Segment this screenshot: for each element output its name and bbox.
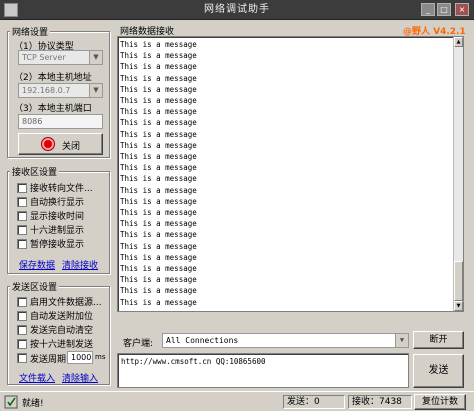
recv-counter: 接收：7438	[348, 395, 412, 409]
chevron-down-icon[interactable]: ▼	[89, 51, 102, 64]
hex-send-checkbox[interactable]	[17, 339, 27, 349]
close-connection-button[interactable]: 关闭	[18, 133, 103, 155]
client-select[interactable]: All Connections ▼	[162, 333, 409, 348]
recv-option-label: 暂停接收显示	[30, 240, 85, 250]
message-line: This is a message	[120, 62, 197, 72]
message-line: This is a message	[120, 107, 197, 117]
auto-wrap-checkbox[interactable]	[17, 197, 27, 207]
show-time-checkbox[interactable]	[17, 211, 27, 221]
client-label: 客户端:	[123, 339, 154, 349]
net-settings-label: 网络设置	[10, 25, 51, 38]
reset-count-button[interactable]: 复位计数	[414, 394, 466, 410]
send-button[interactable]: 发送	[413, 354, 464, 388]
message-line: This is a message	[120, 118, 197, 128]
message-line: This is a message	[120, 163, 197, 173]
host-label: （2）本地主机地址	[14, 73, 92, 83]
send-textarea[interactable]: http://www.cmsoft.cn QQ:10865600	[117, 353, 409, 388]
send-cycle-input[interactable]: 1000	[67, 351, 93, 364]
message-line: This is a message	[120, 129, 197, 139]
protocol-select[interactable]: TCP Server ▼	[18, 50, 103, 65]
message-line: This is a message	[120, 152, 197, 161]
scroll-down-icon[interactable]: ▼	[454, 301, 463, 311]
message-line: This is a message	[120, 241, 197, 251]
scroll-up-icon[interactable]: ▲	[454, 37, 463, 47]
hex-display-checkbox[interactable]	[17, 225, 27, 235]
save-data-link[interactable]: 保存数据	[19, 258, 55, 271]
pause-display-checkbox[interactable]	[17, 239, 27, 249]
send-option-label: 自动发送附加位	[30, 312, 94, 322]
message-line: This is a message	[120, 51, 197, 61]
message-line: This is a message	[120, 264, 197, 273]
scroll-thumb[interactable]	[454, 261, 463, 301]
recv-option-label: 接收转向文件...	[30, 184, 93, 194]
clear-recv-link[interactable]: 清除接收	[62, 258, 98, 271]
recv-option-label: 自动换行显示	[30, 198, 85, 208]
send-option-label: 发送完自动清空	[30, 326, 94, 336]
message-line: This is a message	[120, 252, 197, 262]
message-line: This is a message	[120, 275, 197, 285]
message-line: This is a message	[120, 140, 197, 150]
message-line: This is a message	[120, 297, 197, 307]
status-icon	[4, 395, 18, 409]
message-line: This is a message	[120, 40, 197, 49]
chevron-down-icon[interactable]: ▼	[89, 84, 102, 97]
message-line: This is a message	[120, 286, 197, 296]
maximize-icon[interactable]: □	[437, 3, 451, 16]
window-title: 网络调试助手	[204, 4, 270, 15]
message-line: This is a message	[120, 185, 197, 195]
recv-to-file-checkbox[interactable]	[17, 183, 27, 193]
message-line: This is a message	[120, 84, 197, 94]
receive-scrollbar[interactable]: ▲ ▼	[453, 37, 463, 311]
recv-option-label: 显示接收时间	[30, 212, 85, 222]
title-bar[interactable]: 网络调试助手 _ □ ×	[0, 0, 474, 20]
send-cycle-label: 发送周期	[30, 355, 67, 365]
message-line: This is a message	[120, 208, 197, 217]
close-window-icon[interactable]: ×	[455, 3, 469, 16]
send-option-label: 按十六进制发送	[30, 340, 94, 350]
red-light-icon	[42, 138, 54, 150]
message-line: This is a message	[120, 174, 197, 184]
disconnect-button[interactable]: 断开	[413, 331, 464, 349]
recv-option-label: 十六进制显示	[30, 226, 85, 236]
recv-settings-label: 接收区设置	[10, 165, 60, 178]
status-bar: 就绪! 发送：0 接收：7438 复位计数	[0, 391, 474, 411]
auto-append-checkbox[interactable]	[17, 311, 27, 321]
message-line: This is a message	[120, 96, 197, 105]
port-label: （3）本地主机端口	[14, 104, 92, 114]
clear-input-link[interactable]: 清除输入	[62, 371, 98, 384]
message-line: This is a message	[120, 196, 197, 206]
sent-counter: 发送：0	[283, 395, 345, 409]
send-cycle-unit: ms	[95, 353, 106, 361]
minimize-icon[interactable]: _	[421, 3, 435, 16]
load-file-link[interactable]: 文件载入	[19, 371, 55, 384]
message-line: This is a message	[120, 73, 197, 83]
host-select[interactable]: 192.168.0.7 ▼	[18, 83, 103, 98]
auto-clear-checkbox[interactable]	[17, 325, 27, 335]
send-option-label: 启用文件数据源...	[30, 298, 102, 308]
chevron-down-icon[interactable]: ▼	[395, 334, 408, 347]
send-settings-label: 发送区设置	[10, 280, 60, 293]
status-ready: 就绪!	[22, 399, 44, 409]
port-input[interactable]: 8086	[18, 114, 103, 129]
message-line: This is a message	[120, 230, 197, 240]
message-line: This is a message	[120, 219, 197, 229]
file-source-checkbox[interactable]	[17, 297, 27, 307]
receive-textarea[interactable]: This is a message This is a message This i…	[117, 36, 464, 312]
send-cycle-checkbox[interactable]	[17, 353, 27, 363]
